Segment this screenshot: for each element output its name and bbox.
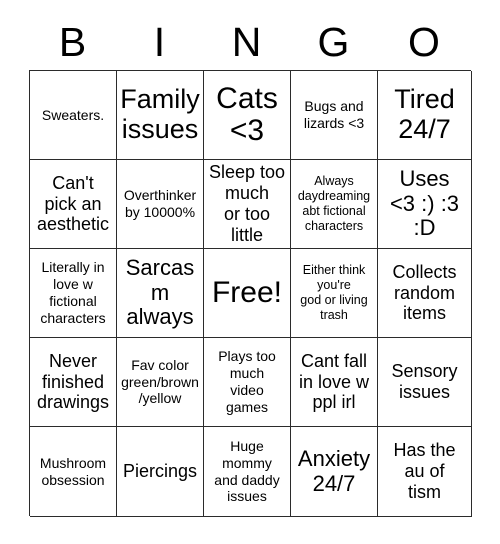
bingo-cell-label: Overthinker by 10000% <box>123 187 197 220</box>
bingo-cell[interactable]: Family issues <box>117 71 204 160</box>
bingo-cell-label: Huge mommy and daddy issues <box>214 437 280 505</box>
bingo-cell-label: Piercings <box>122 461 198 482</box>
bingo-cell[interactable]: Cant fall in love w ppl irl <box>291 338 378 427</box>
bingo-cell-label: Mushroom obsession <box>39 454 107 488</box>
bingo-header-letter-o: O <box>408 18 440 65</box>
bingo-cell-label: Free! <box>211 275 283 309</box>
bingo-cell[interactable]: Plays too much video games <box>204 338 291 427</box>
bingo-card: B I N G O Sweaters. Family issues Cats <… <box>0 0 500 544</box>
bingo-cell[interactable]: Collects random items <box>378 249 472 338</box>
bingo-cell[interactable]: Overthinker by 10000% <box>117 160 204 249</box>
bingo-grid: Sweaters. Family issues Cats <3 Bugs and… <box>29 70 472 517</box>
bingo-cell[interactable]: Uses <3 :) :3 :D <box>378 160 472 249</box>
bingo-cell-label: Sweaters. <box>41 106 105 123</box>
bingo-cell[interactable]: Sarcasm always <box>117 249 204 338</box>
bingo-header-letter-b: B <box>58 18 87 65</box>
bingo-header-letter-n: N <box>231 18 262 65</box>
bingo-cell[interactable]: Literally in love w fictional characters <box>30 249 117 338</box>
bingo-cell-label: Sarcasm always <box>125 255 195 330</box>
bingo-cell-label: Uses <3 :) :3 :D <box>389 166 460 241</box>
bingo-cell-label: Plays too much video games <box>218 348 276 415</box>
bingo-cell-label: Fav color green/brown /yellow <box>121 356 199 407</box>
bingo-cell-label: Literally in love w fictional characters <box>40 259 106 326</box>
bingo-cell-label: Collects random items <box>392 261 457 324</box>
bingo-cell[interactable]: Tired 24/7 <box>378 71 472 160</box>
bingo-cell-label: Family issues <box>120 84 200 144</box>
bingo-cell[interactable]: Sleep too much or too little <box>204 160 291 249</box>
bingo-cell[interactable]: Anxiety 24/7 <box>291 427 378 517</box>
bingo-cell-label: Either think you're god or living trash <box>300 262 368 323</box>
bingo-cell[interactable]: Sweaters. <box>30 71 117 160</box>
bingo-cell-label: Cats <3 <box>216 81 278 147</box>
bingo-header-letter-g: G <box>317 18 350 65</box>
bingo-cell-label: Tired 24/7 <box>394 84 455 144</box>
bingo-cell[interactable]: Huge mommy and daddy issues <box>204 427 291 517</box>
bingo-cell[interactable]: Always daydreaming abt fictional charact… <box>291 160 378 249</box>
bingo-cell[interactable]: Sensory issues <box>378 338 472 427</box>
bingo-cell-label: Sleep too much or too little <box>208 162 286 245</box>
bingo-cell[interactable]: Bugs and lizards <3 <box>291 71 378 160</box>
bingo-cell[interactable]: Piercings <box>117 427 204 517</box>
bingo-cell[interactable]: Mushroom obsession <box>30 427 117 517</box>
bingo-cell-label: Cant fall in love w ppl irl <box>298 350 370 413</box>
bingo-header-letter-i: I <box>153 18 166 65</box>
bingo-cell[interactable]: Fav color green/brown /yellow <box>117 338 204 427</box>
bingo-cell-label: Sensory issues <box>391 361 458 402</box>
bingo-cell-label: Always daydreaming abt fictional charact… <box>297 173 371 234</box>
bingo-cell[interactable]: Either think you're god or living trash <box>291 249 378 338</box>
bingo-cell-label: Anxiety 24/7 <box>297 445 371 496</box>
bingo-cell[interactable]: Cats <3 <box>204 71 291 160</box>
bingo-cell-label: Has the au of tism <box>393 440 456 502</box>
bingo-cell-free-space[interactable]: Free! <box>204 249 291 338</box>
bingo-cell-label: Bugs and lizards <3 <box>303 98 365 131</box>
bingo-cell-label: Can't pick an aesthetic <box>36 172 110 235</box>
bingo-cell[interactable]: Never finished drawings <box>30 338 117 427</box>
bingo-cell-label: Never finished drawings <box>36 350 110 413</box>
bingo-cell[interactable]: Has the au of tism <box>378 427 472 517</box>
bingo-header: B I N G O <box>29 14 471 70</box>
bingo-cell[interactable]: Can't pick an aesthetic <box>30 160 117 249</box>
